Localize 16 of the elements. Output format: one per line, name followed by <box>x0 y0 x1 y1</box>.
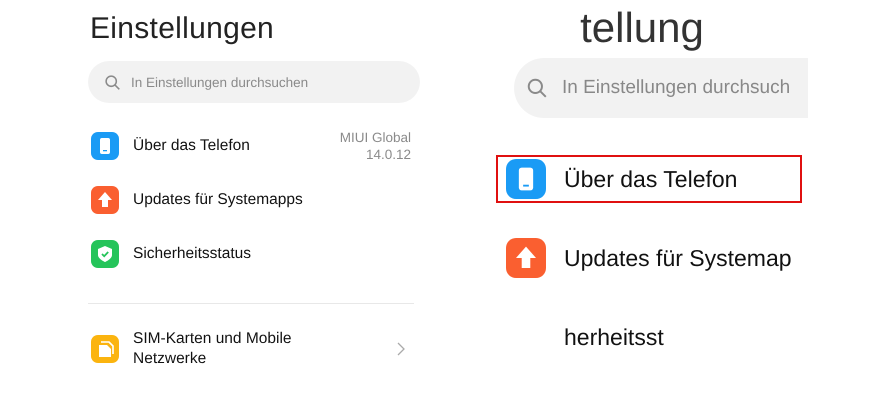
item-label: SIM-Karten und Mobile Netzwerke <box>133 329 293 369</box>
page-title: Einstellungen <box>90 12 276 46</box>
settings-item[interactable]: Sicherheitsstatus <box>88 227 411 281</box>
settings-item[interactable]: Updates für Systemapps <box>88 173 411 227</box>
item-detail: MIUI Global 14.0.12 <box>338 129 411 163</box>
item-label: Sicherheitsstatus <box>133 244 252 264</box>
item-label: Über das Telefon <box>133 136 251 156</box>
magnified-label: Updates für Systemap <box>564 244 792 272</box>
magnified-label: Über das Telefon <box>564 166 738 192</box>
search-icon <box>526 77 548 99</box>
magnified-title: tellung <box>580 6 704 50</box>
magnified-label: herheitsst <box>564 324 664 350</box>
item-label: Updates für Systemapps <box>133 190 304 210</box>
search-icon <box>104 74 121 90</box>
settings-item[interactable]: Über das Telefon MIUI Global 14.0.12 <box>88 119 411 173</box>
settings-item[interactable]: SIM-Karten und Mobile Netzwerke <box>88 322 411 376</box>
